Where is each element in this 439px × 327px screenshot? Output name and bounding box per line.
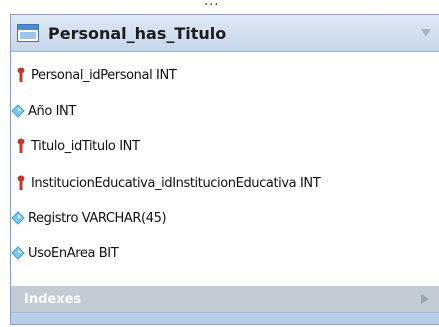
collapse-arrow-icon[interactable] — [421, 29, 431, 37]
table-title: Personal_has_Titulo — [48, 23, 227, 43]
column-list: Personal_idPersonal INT Año INT Titulo_i… — [11, 52, 439, 296]
column-label: Titulo_idTitulo INT — [31, 138, 140, 154]
diamond-icon — [11, 211, 25, 225]
key-icon — [15, 175, 27, 191]
column-label: Año INT — [28, 103, 76, 119]
key-icon — [15, 138, 27, 154]
column-row[interactable]: Año INT — [11, 99, 76, 123]
key-icon — [15, 67, 27, 83]
indexes-label: Indexes — [24, 291, 82, 307]
column-row[interactable]: Titulo_idTitulo INT — [15, 134, 140, 158]
column-row[interactable]: Personal_idPersonal INT — [15, 63, 177, 87]
column-row[interactable]: Registro VARCHAR(45) — [11, 206, 167, 230]
diamond-icon — [11, 246, 25, 260]
diamond-icon — [11, 104, 25, 118]
column-label: Registro VARCHAR(45) — [28, 210, 167, 226]
table-footer — [11, 312, 439, 324]
column-label: Personal_idPersonal INT — [31, 67, 177, 83]
table-icon — [17, 24, 39, 42]
overflow-indicator: ... — [204, 0, 220, 9]
column-label: InstitucionEducativa_idInstitucionEducat… — [31, 175, 321, 191]
indexes-section[interactable]: Indexes — [11, 286, 439, 312]
table-header[interactable]: Personal_has_Titulo — [11, 15, 439, 52]
column-label: UsoEnArea BIT — [28, 245, 119, 261]
table-entity[interactable]: Personal_has_Titulo Personal_idPersonal … — [10, 14, 439, 325]
column-row[interactable]: InstitucionEducativa_idInstitucionEducat… — [15, 171, 321, 195]
expand-arrow-icon[interactable] — [421, 294, 429, 304]
column-row[interactable]: UsoEnArea BIT — [11, 241, 119, 265]
